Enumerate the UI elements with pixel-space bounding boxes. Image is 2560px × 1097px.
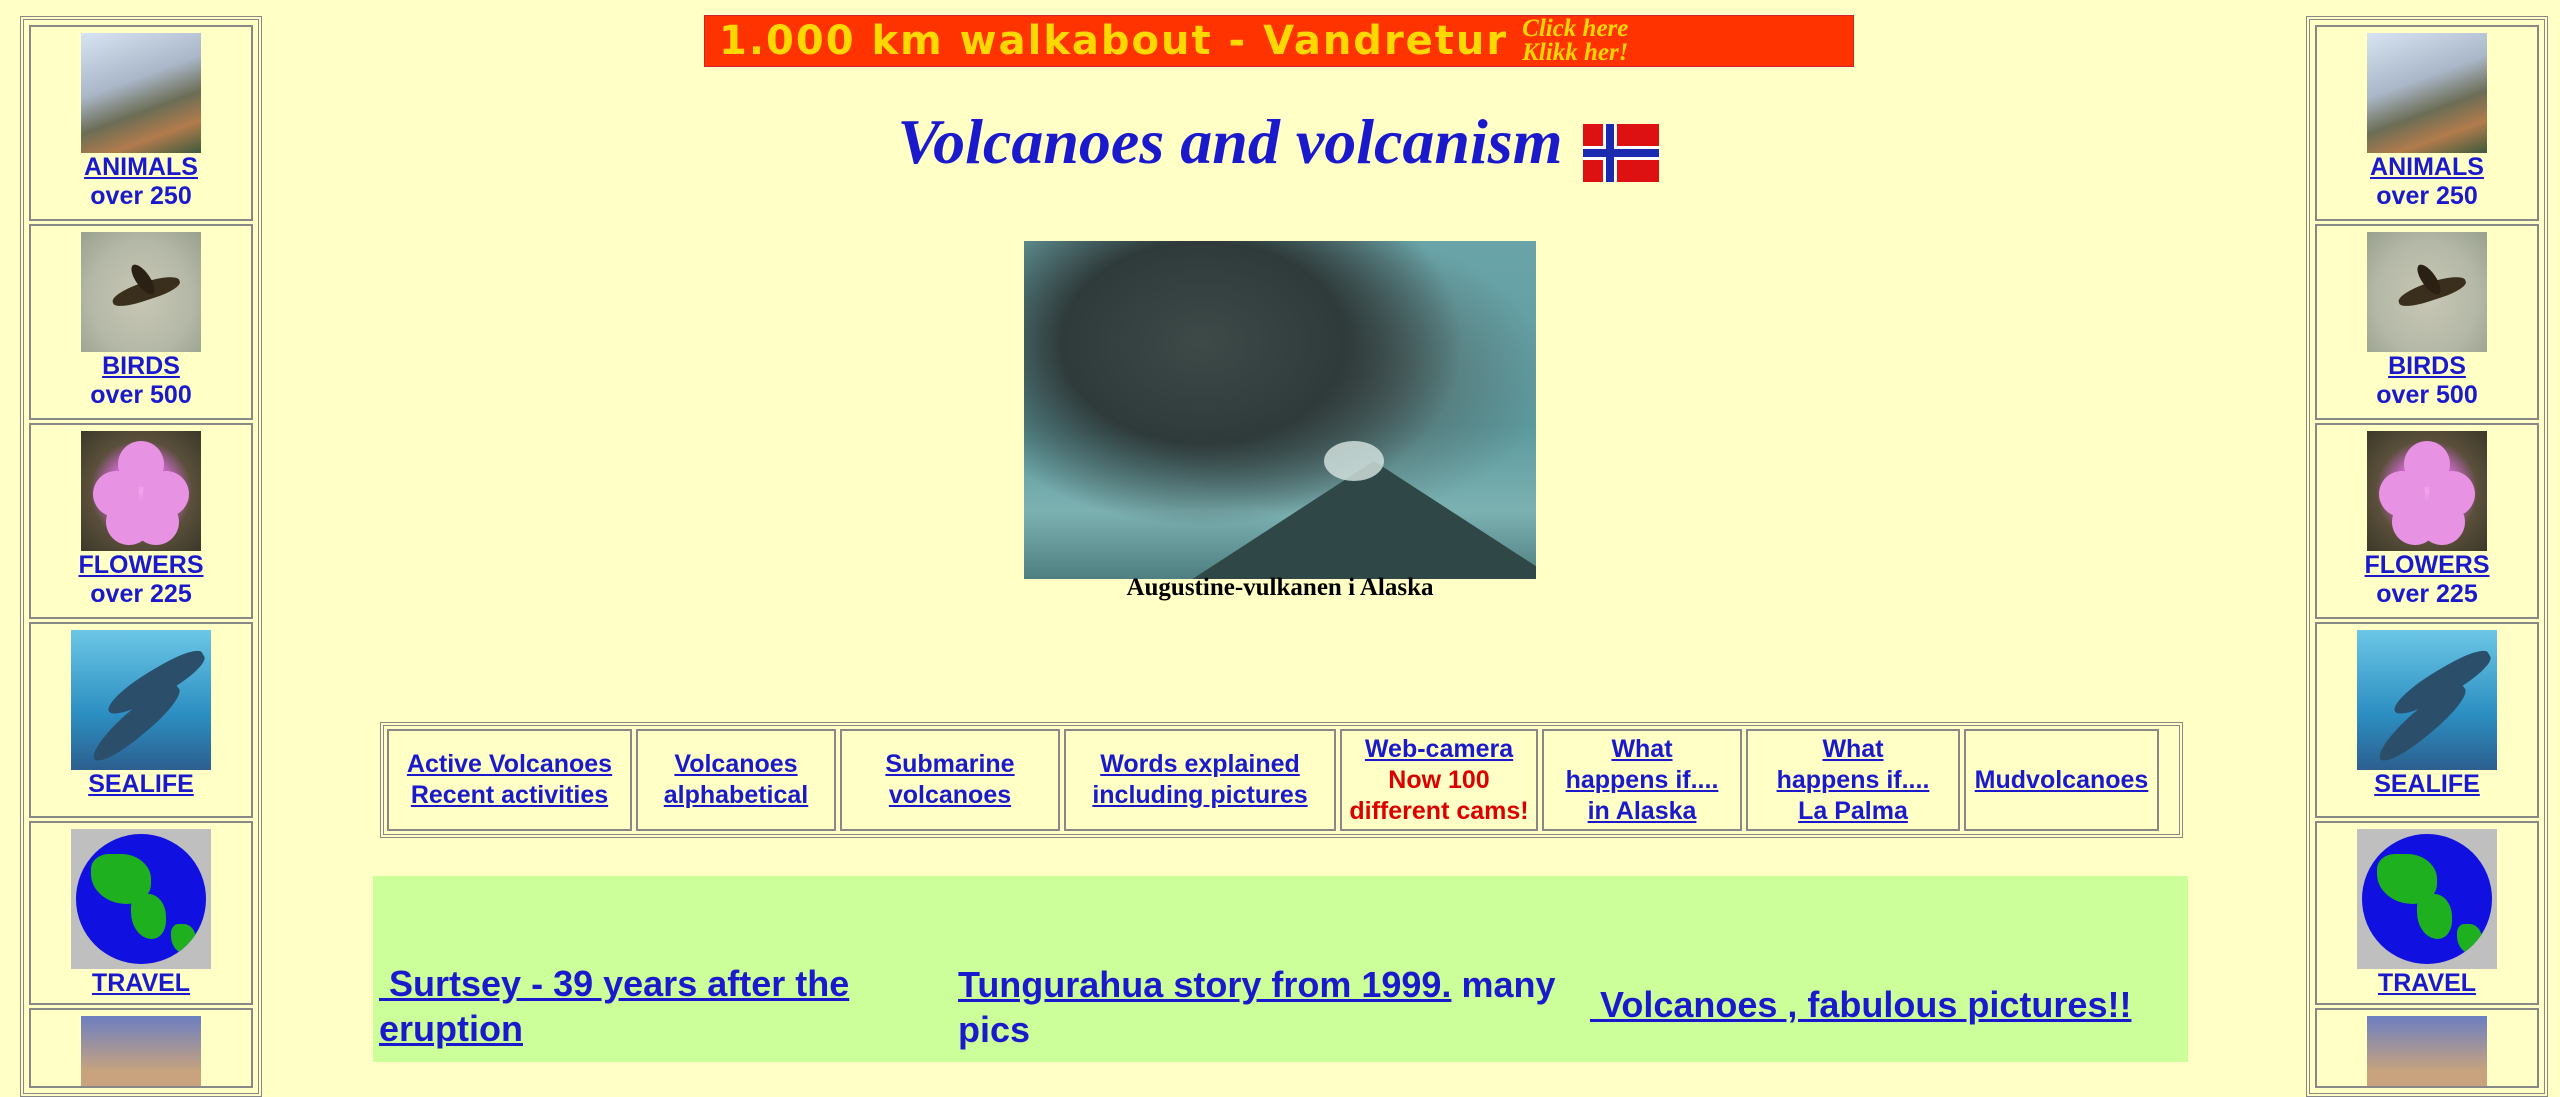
flower-thumbnail-icon[interactable]	[81, 431, 201, 551]
webcam-note: different cams!	[1349, 796, 1529, 825]
fabulous-link-text[interactable]: Volcanoes , fabulous pictures!!	[1590, 984, 2131, 1025]
norwegian-flag-icon[interactable]	[1583, 124, 1659, 182]
sidebar-item-more[interactable]	[29, 1008, 253, 1088]
nav-link[interactable]: Mudvolcanoes	[1975, 765, 2149, 796]
volcano-nav-table: Active Volcanoes Recent activities Volcan…	[380, 722, 2183, 838]
tungurahua-note: many	[1461, 964, 1556, 1005]
tungurahua-link-text[interactable]: Tungurahua story from 1999.	[958, 964, 1451, 1005]
sidebar-item-animals[interactable]: ANIMALS over 250	[2315, 25, 2539, 221]
sidebar-item-sub: over 250	[2376, 182, 2478, 210]
banner-text: 1.000 km walkabout - Vandretur	[719, 18, 1509, 64]
sidebar-item-label[interactable]: TRAVEL	[92, 969, 190, 998]
sidebar-item-birds[interactable]: BIRDS over 500	[29, 224, 253, 420]
flower-thumbnail-icon[interactable]	[2367, 431, 2487, 551]
sidebar-item-sub: over 225	[2376, 580, 2478, 608]
sidebar-item-sub: over 500	[90, 381, 192, 409]
globe-icon[interactable]	[2357, 829, 2497, 969]
sidebar-item-label[interactable]: BIRDS	[102, 352, 180, 381]
nav-link[interactable]: Words explained including pictures	[1092, 749, 1307, 811]
sidebar-item-label[interactable]: FLOWERS	[2365, 551, 2490, 580]
nav-link[interactable]: Volcanoes alphabetical	[664, 749, 809, 811]
surtsey-link[interactable]: Surtsey - 39 years after the eruption	[379, 961, 899, 1051]
bird-thumbnail-icon[interactable]	[2367, 232, 2487, 352]
sidebar-item-sealife[interactable]: SEALIFE	[29, 622, 253, 818]
banner-click-line2: Klikk her!	[1522, 39, 1629, 66]
nav-link[interactable]: Active Volcanoes Recent activities	[407, 749, 612, 811]
sidebar-item-label[interactable]: FLOWERS	[79, 551, 204, 580]
webcam-count: Now 100	[1388, 765, 1490, 794]
photo-caption: Augustine-vulkanen i Alaska	[1126, 574, 1434, 601]
sidebar-item-label[interactable]: ANIMALS	[2370, 153, 2484, 182]
featured-section: Surtsey - 39 years after the eruption Tun…	[373, 876, 2188, 1062]
animals-thumbnail-icon[interactable]	[2367, 33, 2487, 153]
surtsey-link-text[interactable]: Surtsey - 39 years after the eruption	[379, 963, 849, 1049]
dolphin-thumbnail-icon[interactable]	[2357, 630, 2497, 770]
sidebar-item-sub: over 250	[90, 182, 192, 210]
nav-submarine-volcanoes[interactable]: Submarine volcanoes	[840, 729, 1060, 831]
nav-link[interactable]: Web-camera	[1365, 735, 1513, 763]
sky-thumbnail-icon[interactable]	[2367, 1016, 2487, 1086]
nav-link[interactable]: What happens if.... in Alaska	[1566, 734, 1719, 827]
nav-what-happens-la-palma[interactable]: What happens if.... La Palma	[1746, 729, 1960, 831]
nav-web-camera[interactable]: Web-camera Now 100 different cams!	[1340, 729, 1538, 831]
nav-words-explained[interactable]: Words explained including pictures	[1064, 729, 1336, 831]
tungurahua-note-2: pics	[958, 1009, 1031, 1050]
globe-icon[interactable]	[71, 829, 211, 969]
sidebar-item-sub: over 500	[2376, 381, 2478, 409]
nav-what-happens-alaska[interactable]: What happens if.... in Alaska	[1542, 729, 1742, 831]
sidebar-item-animals[interactable]: ANIMALS over 250	[29, 25, 253, 221]
tungurahua-link[interactable]: Tungurahua story from 1999. many pics	[958, 962, 1598, 1052]
nav-active-volcanoes[interactable]: Active Volcanoes Recent activities	[387, 729, 632, 831]
walkabout-banner[interactable]: 1.000 km walkabout - Vandretur Click her…	[704, 15, 1854, 67]
sidebar-item-label[interactable]: BIRDS	[2388, 352, 2466, 381]
sidebar-item-label[interactable]: SEALIFE	[88, 770, 194, 799]
sidebar-item-more[interactable]	[2315, 1008, 2539, 1088]
nav-link[interactable]: What happens if.... La Palma	[1777, 734, 1930, 827]
dolphin-thumbnail-icon[interactable]	[71, 630, 211, 770]
sidebar-item-travel[interactable]: TRAVEL	[29, 821, 253, 1005]
left-sidebar: ANIMALS over 250 BIRDS over 500 FLOWERS …	[20, 16, 262, 1097]
sidebar-item-label[interactable]: SEALIFE	[2374, 770, 2480, 799]
sidebar-item-label[interactable]: TRAVEL	[2378, 969, 2476, 998]
sidebar-item-label[interactable]: ANIMALS	[84, 153, 198, 182]
sidebar-item-flowers[interactable]: FLOWERS over 225	[29, 423, 253, 619]
banner-click-line1: Click here	[1522, 15, 1629, 42]
volcano-photo	[1024, 241, 1536, 579]
sidebar-item-birds[interactable]: BIRDS over 500	[2315, 224, 2539, 420]
sidebar-item-travel[interactable]: TRAVEL	[2315, 821, 2539, 1005]
sidebar-item-sealife[interactable]: SEALIFE	[2315, 622, 2539, 818]
sidebar-item-sub: over 225	[90, 580, 192, 608]
bird-thumbnail-icon[interactable]	[81, 232, 201, 352]
banner-click-text: Click here Klikk her!	[1522, 15, 1629, 66]
animals-thumbnail-icon[interactable]	[81, 33, 201, 153]
nav-volcanoes-alphabetical[interactable]: Volcanoes alphabetical	[636, 729, 836, 831]
right-sidebar: ANIMALS over 250 BIRDS over 500 FLOWERS …	[2306, 16, 2548, 1097]
page-title-text: Volcanoes and volcanism	[897, 106, 1563, 177]
sidebar-item-flowers[interactable]: FLOWERS over 225	[2315, 423, 2539, 619]
page-title: Volcanoes and volcanism	[0, 105, 2560, 179]
nav-mudvolcanoes[interactable]: Mudvolcanoes	[1964, 729, 2159, 831]
sky-thumbnail-icon[interactable]	[81, 1016, 201, 1086]
fabulous-pictures-link[interactable]: Volcanoes , fabulous pictures!!	[1590, 982, 2190, 1027]
nav-link[interactable]: Submarine volcanoes	[885, 749, 1014, 811]
